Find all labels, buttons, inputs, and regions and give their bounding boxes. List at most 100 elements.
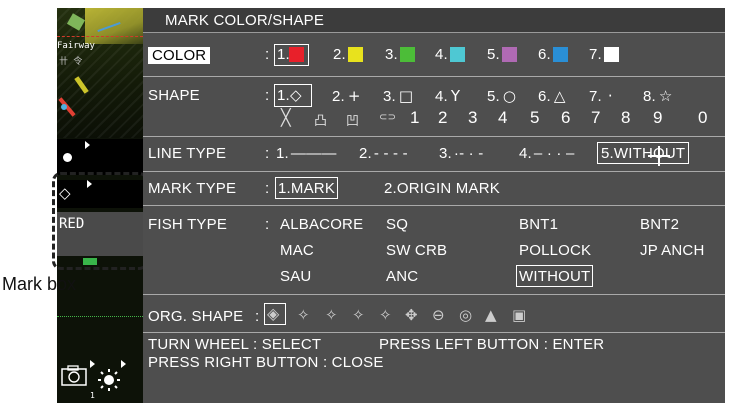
cross-shape-icon[interactable]: ╳ xyxy=(281,108,291,127)
line-type-option-4[interactable]: 4. – · · – xyxy=(519,145,575,162)
shape-option-1[interactable]: 1. ◇ xyxy=(274,84,312,107)
green-swatch xyxy=(400,47,415,62)
number-shape-5[interactable]: 5 xyxy=(530,108,540,128)
colon: : xyxy=(265,216,270,233)
origin-shape-2-icon[interactable]: ✧ xyxy=(297,306,310,324)
dash-dot-line-icon: ·- · - xyxy=(453,145,484,162)
origin-target-icon[interactable]: ◎ xyxy=(459,306,472,324)
red-swatch xyxy=(289,47,304,62)
y-shape-icon: Y xyxy=(450,87,461,105)
shape-option-3[interactable]: 3. □ xyxy=(383,87,413,105)
number-shape-2[interactable]: 2 xyxy=(438,108,448,128)
plus-shape-icon: + xyxy=(347,87,361,105)
fish-option-sq[interactable]: SQ xyxy=(386,216,408,233)
ownship-row[interactable] xyxy=(57,139,143,175)
brightness-icon[interactable] xyxy=(97,368,121,397)
number-shape-1[interactable]: 1 xyxy=(410,108,420,128)
help-turn-wheel: TURN WHEEL : SELECT xyxy=(148,336,322,353)
chart-symbols: 卄 令 xyxy=(59,57,83,67)
dashed-line-icon: - - - - xyxy=(373,145,408,162)
origin-diamond-icon: ◈ xyxy=(267,304,280,323)
mark-type-option-mark[interactable]: 1.MARK xyxy=(274,177,339,199)
fish-option-jp-anch[interactable]: JP ANCH xyxy=(640,242,704,259)
shape-option-8[interactable]: 8. ☆ xyxy=(643,87,673,105)
shape-option-7[interactable]: 7. · xyxy=(589,87,613,105)
purple-swatch xyxy=(502,47,517,62)
fish-option-albacore[interactable]: ALBACORE xyxy=(280,216,363,233)
origin-crosshair-icon[interactable]: ✥ xyxy=(405,306,418,324)
origin-shape-5-icon[interactable]: ✧ xyxy=(379,306,392,324)
line-type-option-1[interactable]: 1. ——— xyxy=(276,145,337,162)
number-shape-6[interactable]: 6 xyxy=(561,108,571,128)
number-shape-0[interactable]: 0 xyxy=(698,108,708,128)
fish-option-anc[interactable]: ANC xyxy=(386,268,418,285)
fairway-label: Fairway xyxy=(57,41,95,51)
divider xyxy=(143,332,725,333)
expand-arrow-icon[interactable] xyxy=(85,141,90,149)
fish-option-pollock[interactable]: POLLOCK xyxy=(519,242,591,259)
number-shape-9[interactable]: 9 xyxy=(653,108,663,128)
fish-option-without[interactable]: WITHOUT xyxy=(515,265,594,287)
cursor-crosshair-icon xyxy=(658,146,660,166)
line-type-option-3[interactable]: 3. ·- · - xyxy=(439,145,483,162)
menu-title: MARK COLOR/SHAPE xyxy=(165,12,325,29)
chart-blue-dot xyxy=(61,104,67,110)
org-shape-row-label: ORG. SHAPE xyxy=(148,308,244,325)
dot-shape-icon: · xyxy=(607,87,613,105)
shape-option-2[interactable]: 2. + xyxy=(332,87,361,105)
colon: : xyxy=(265,145,270,162)
circle-shape-icon: ○ xyxy=(502,87,517,105)
fish-option-sau[interactable]: SAU xyxy=(280,268,311,285)
expand-arrow-icon[interactable] xyxy=(121,360,126,368)
solid-line-icon: ——— xyxy=(290,145,337,162)
org-shape-option-1[interactable]: ◈ xyxy=(264,303,286,325)
shape-option-4[interactable]: 4. Y xyxy=(435,87,460,105)
concave-shape-icon[interactable]: 凹 xyxy=(346,110,359,129)
colon: : xyxy=(265,46,270,63)
fish-option-bnt2[interactable]: BNT2 xyxy=(640,216,679,233)
fish-shape-icon[interactable]: ⊂⊃ xyxy=(379,112,396,123)
line-type-row-label: LINE TYPE xyxy=(148,145,227,162)
fish-option-mac[interactable]: MAC xyxy=(280,242,314,259)
origin-circle-minus-icon[interactable]: ⊖ xyxy=(432,306,445,324)
origin-square-icon[interactable]: ▣ xyxy=(512,306,526,324)
diamond-shape-icon: ◇ xyxy=(290,86,302,104)
shape-option-5[interactable]: 5. ○ xyxy=(487,87,516,105)
divider xyxy=(143,76,725,77)
number-shape-4[interactable]: 4 xyxy=(498,108,508,128)
chart-red-line xyxy=(57,36,143,37)
help-left-button: PRESS LEFT BUTTON : ENTER xyxy=(379,336,605,353)
expand-arrow-icon[interactable] xyxy=(90,360,95,368)
color-option-1[interactable]: 1. xyxy=(274,44,309,66)
convex-shape-icon[interactable]: 凸 xyxy=(314,110,327,129)
triangle-shape-icon: △ xyxy=(553,87,566,105)
help-right-button: PRESS RIGHT BUTTON : CLOSE xyxy=(148,354,384,371)
fish-option-sw-crb[interactable]: SW CRB xyxy=(386,242,447,259)
number-shape-8[interactable]: 8 xyxy=(621,108,631,128)
divider xyxy=(143,294,725,295)
camera-icon[interactable] xyxy=(61,364,87,386)
colon: : xyxy=(265,87,270,104)
mark-type-option-origin-mark[interactable]: 2.ORIGIN MARK xyxy=(384,180,500,197)
white-swatch xyxy=(604,47,619,62)
shape-option-6[interactable]: 6. △ xyxy=(538,87,566,105)
colon: : xyxy=(265,180,270,197)
color-row-label[interactable]: COLOR xyxy=(148,47,211,64)
star-shape-icon: ☆ xyxy=(658,87,673,105)
mark-color-shape-menu: MARK COLOR/SHAPE COLOR : 1. 2. 3. 4. 5. … xyxy=(143,8,725,403)
fish-option-bnt1[interactable]: BNT1 xyxy=(519,216,558,233)
origin-shape-3-icon[interactable]: ✧ xyxy=(325,306,338,324)
tray-index: 1 xyxy=(90,391,95,400)
mark-box-label: Mark box xyxy=(2,274,77,294)
mark-box-callout xyxy=(52,172,148,270)
number-shape-3[interactable]: 3 xyxy=(468,108,478,128)
line-type-option-5[interactable]: 5.WITHOUT xyxy=(596,142,690,164)
chart-green-line xyxy=(57,316,143,317)
origin-shape-4-icon[interactable]: ✧ xyxy=(352,306,365,324)
origin-triangle-icon[interactable]: ▲ xyxy=(485,306,497,324)
number-shape-7[interactable]: 7 xyxy=(591,108,601,128)
shape-row-label: SHAPE xyxy=(148,87,200,104)
menu-title-bar: MARK COLOR/SHAPE xyxy=(143,8,725,33)
line-type-option-2[interactable]: 2. - - - - xyxy=(359,145,408,162)
colon: : xyxy=(255,308,260,325)
